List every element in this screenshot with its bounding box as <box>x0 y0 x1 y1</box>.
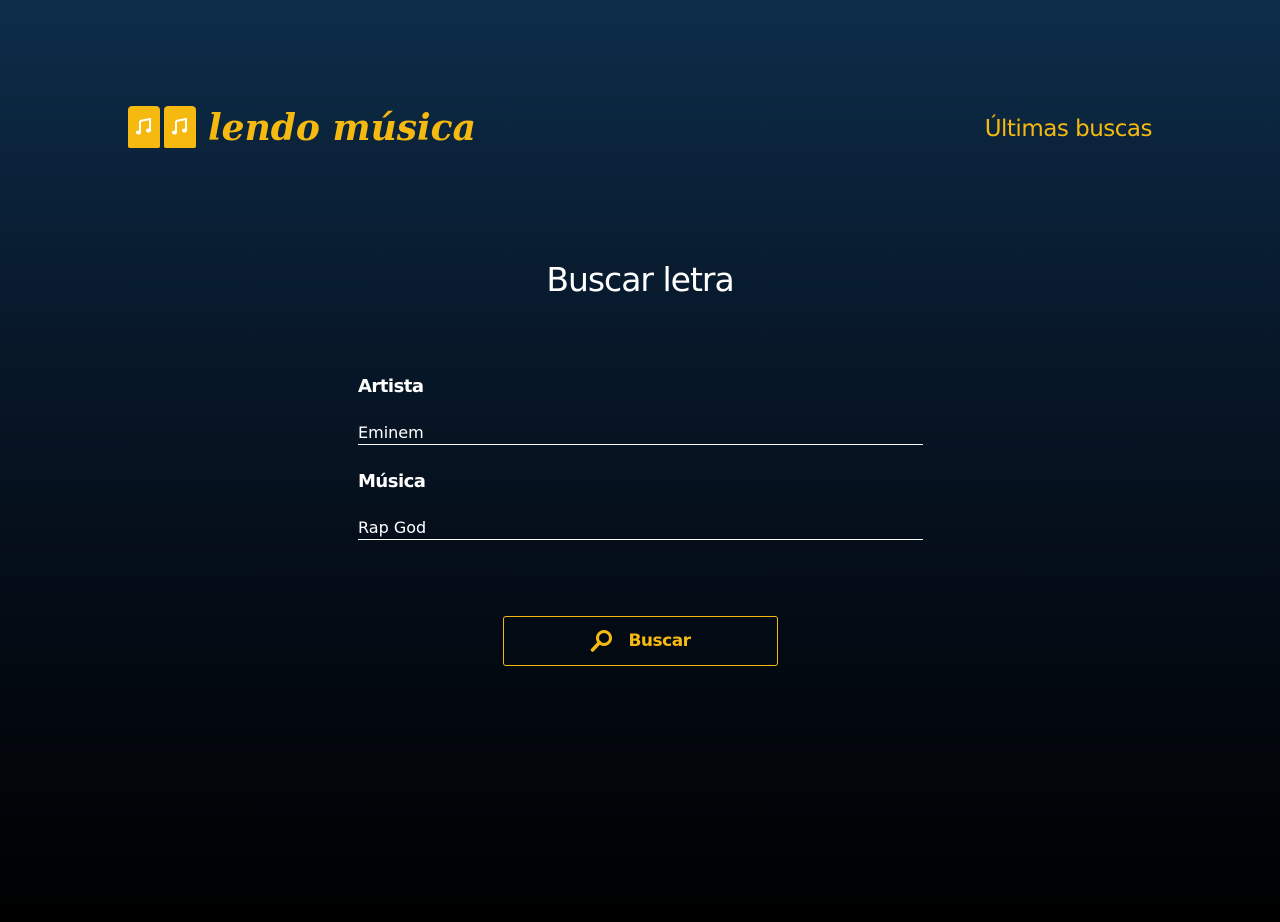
song-input[interactable] <box>358 517 923 540</box>
artist-label: Artista <box>358 376 424 397</box>
page-title: Buscar letra <box>546 260 734 299</box>
search-button[interactable]: Buscar <box>503 616 778 666</box>
music-note-icon <box>135 118 152 135</box>
search-icon <box>590 629 614 653</box>
lyrics-search-form: Artista Música <box>358 376 923 540</box>
logo[interactable]: lendo música <box>128 106 476 148</box>
latest-searches-link[interactable]: Últimas buscas <box>985 116 1153 142</box>
music-note-icon <box>171 118 188 135</box>
logo-page-right <box>164 106 196 148</box>
artist-input[interactable] <box>358 422 923 445</box>
music-book-icon <box>128 106 196 148</box>
logo-text: lendo música <box>208 107 476 149</box>
search-button-label: Buscar <box>628 631 691 651</box>
song-label: Música <box>358 471 426 492</box>
logo-page-left <box>128 106 160 148</box>
